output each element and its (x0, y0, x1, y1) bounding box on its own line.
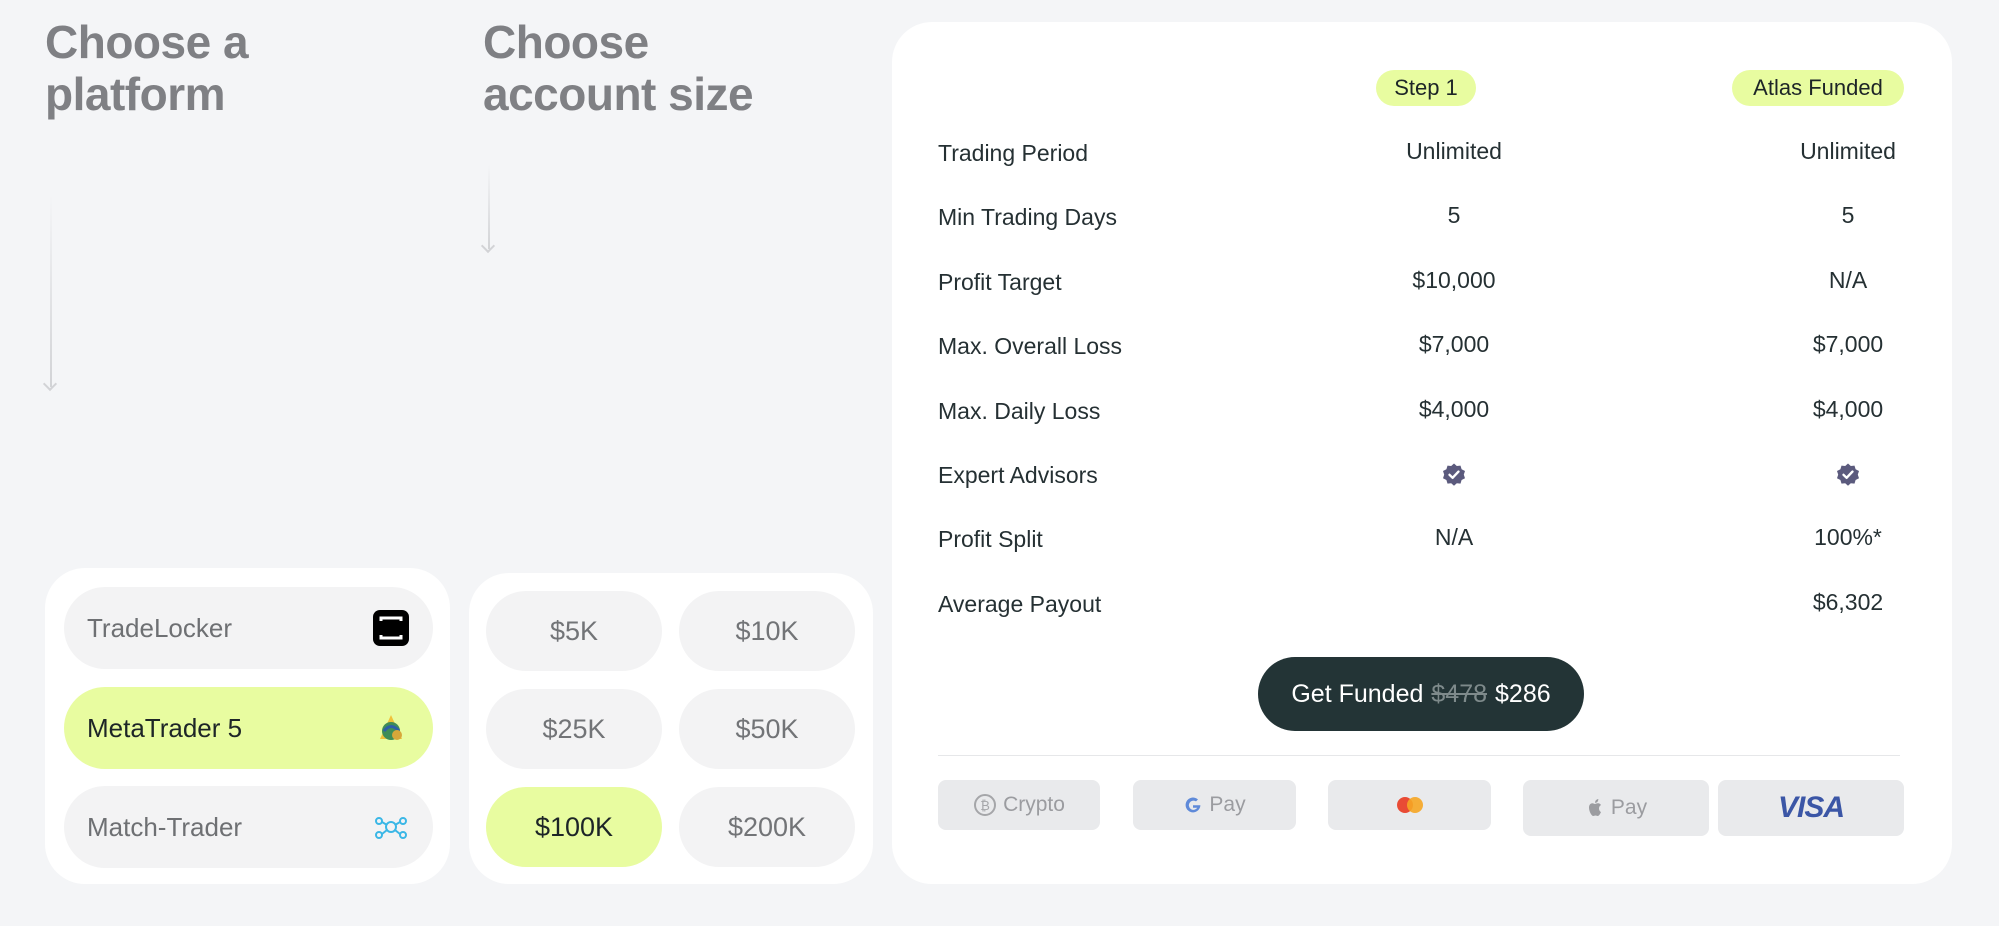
platform-option-tradelocker[interactable]: TradeLocker (64, 587, 433, 669)
bitcoin-icon: ₿ (974, 794, 997, 816)
platform-label: Match-Trader (87, 811, 243, 842)
row-label: Expert Advisors (938, 462, 1098, 488)
payment-label: Crypto (1003, 793, 1065, 816)
size-option[interactable]: $10K (679, 591, 855, 671)
arrow-down-line (488, 165, 490, 249)
svg-text:₿: ₿ (980, 799, 990, 814)
row-label: Average Payout (938, 590, 1102, 617)
cta-old-price: $478 (1431, 679, 1488, 708)
row-label: Min Trading Days (938, 204, 1117, 231)
row-value-step-1 (1314, 460, 1594, 488)
row-value-step-1: 5 (1447, 202, 1461, 229)
metatrader-icon (372, 709, 410, 747)
row-value-atlas-funded: Unlimited (1800, 138, 1896, 164)
choose-account-size-heading: Choose account size (483, 16, 754, 120)
comparison-row: Max. Overall Loss $7,000 $7,000 (938, 327, 1918, 367)
payment-label: Pay (1610, 796, 1648, 819)
row-value-atlas-funded: $6,302 (1812, 588, 1884, 615)
comparison-row: Max. Daily Loss $4,000 $4,000 (938, 392, 1918, 432)
verified-check-icon (1837, 463, 1859, 486)
payment-mastercard (1328, 780, 1491, 830)
google-icon (1186, 797, 1201, 813)
size-option[interactable]: $25K (486, 689, 662, 769)
row-value-atlas-funded: $4,000 (1812, 395, 1884, 422)
apple-icon (1588, 799, 1601, 816)
comparison-row: Expert Advisors (938, 456, 1918, 496)
comparison-row: Average Payout $6,302 (938, 585, 1918, 625)
size-option[interactable]: $100K (486, 787, 662, 867)
platform-selector: TradeLocker MetaTrader 5 Match-Trader (45, 568, 450, 884)
comparison-row: Profit Target $10,000 N/A (938, 263, 1918, 303)
row-value-atlas-funded: 100%* (1814, 524, 1882, 551)
row-value-atlas-funded: N/A (1828, 266, 1868, 293)
row-label: Profit Split (938, 526, 1043, 553)
divider (938, 755, 1900, 756)
row-label: Max. Overall Loss (938, 333, 1123, 360)
verified-check-icon (1443, 463, 1465, 486)
column-badge-step-1: Step 1 (1376, 70, 1476, 106)
mastercard-icon (1396, 797, 1423, 813)
challenge-comparison-card: Step 1 Atlas Funded Trading Period Unlimi… (892, 22, 1952, 884)
comparison-row: Trading Period Unlimited Unlimited (938, 134, 1918, 174)
payment-visa: VISA (1718, 780, 1904, 836)
size-option[interactable]: $50K (679, 689, 855, 769)
row-value-step-1: $7,000 (1418, 331, 1490, 358)
match-trader-icon (372, 808, 410, 846)
cta-label: Get Funded (1291, 679, 1424, 708)
platform-option-metatrader-5[interactable]: MetaTrader 5 (64, 687, 433, 769)
row-label: Max. Daily Loss (938, 397, 1101, 424)
payment-google-pay: Pay (1133, 780, 1296, 830)
comparison-row: Profit Split N/A 100%* (938, 520, 1918, 560)
choose-platform-heading: Choose a platform (45, 16, 249, 120)
row-value-step-1: Unlimited (1406, 138, 1502, 164)
platform-label: MetaTrader 5 (87, 712, 243, 743)
row-label: Trading Period (938, 140, 1089, 166)
row-value-atlas-funded: 5 (1841, 202, 1855, 229)
account-size-selector: $5K $10K $25K $50K $100K $200K (469, 573, 873, 884)
size-option[interactable]: $200K (679, 787, 855, 867)
platform-label: TradeLocker (87, 612, 232, 643)
row-value-step-1: $10,000 (1412, 266, 1496, 293)
platform-option-match-trader[interactable]: Match-Trader (64, 786, 433, 868)
cta-new-price: $286 (1495, 679, 1551, 708)
row-value-atlas-funded (1708, 460, 1988, 488)
payment-apple-pay: Pay (1523, 780, 1709, 836)
size-option[interactable]: $5K (486, 591, 662, 671)
payment-label: Pay (1209, 793, 1246, 816)
comparison-row: Min Trading Days 5 5 (938, 198, 1918, 238)
visa-logo: VISA (1777, 791, 1845, 824)
payment-crypto: ₿ Crypto (938, 780, 1100, 830)
row-value-atlas-funded: $7,000 (1812, 331, 1884, 358)
row-value-step-1: $4,000 (1418, 395, 1490, 422)
row-label: Profit Target (938, 268, 1062, 295)
get-funded-button[interactable]: Get Funded $478 $286 (1258, 657, 1584, 731)
arrow-down-line (50, 195, 52, 387)
column-badge-atlas-funded: Atlas Funded (1732, 70, 1904, 106)
row-value-step-1: N/A (1434, 524, 1474, 551)
tradelocker-icon (372, 609, 410, 647)
